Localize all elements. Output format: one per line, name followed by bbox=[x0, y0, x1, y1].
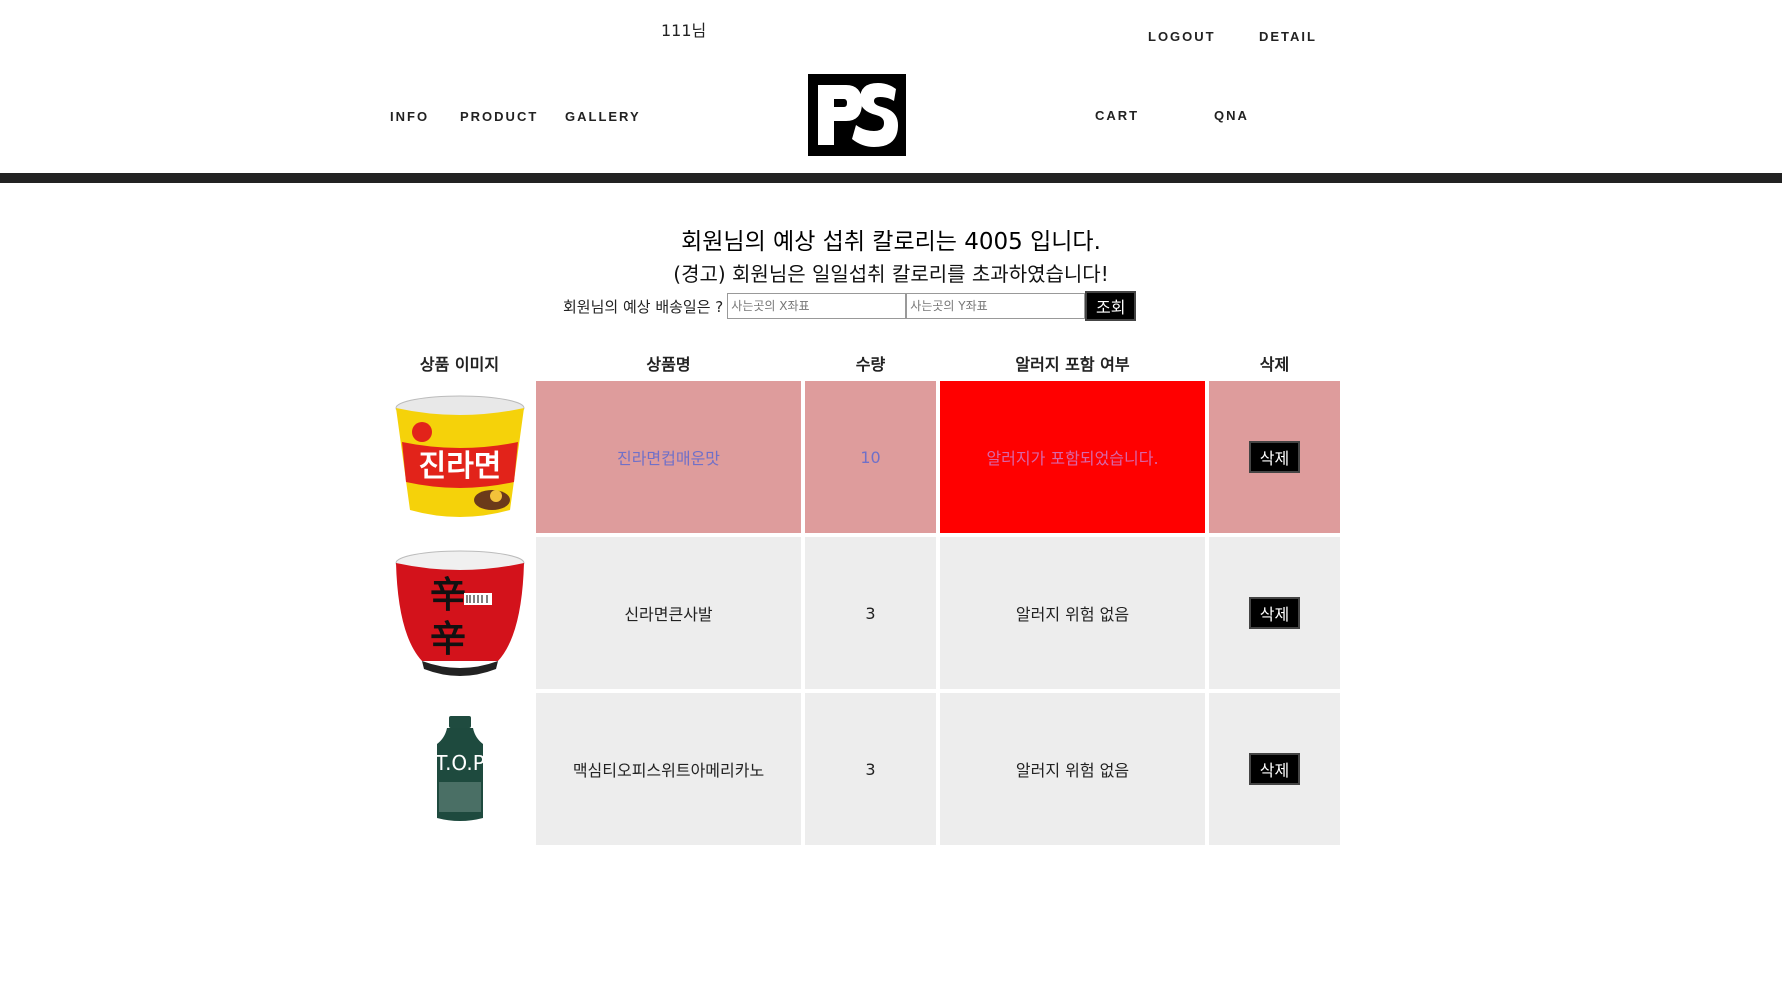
allergy-status-cell: 알러지 위험 없음 bbox=[940, 537, 1205, 689]
jin-ramen-cup-image: 진라면 bbox=[395, 395, 524, 517]
product-name-cell: 맥심티오피스위트아메리카노 bbox=[536, 693, 801, 845]
header-delete: 삭제 bbox=[1259, 355, 1290, 374]
nav-cart-link[interactable]: CART bbox=[1095, 108, 1139, 123]
logout-link[interactable]: LOGOUT bbox=[1148, 29, 1216, 44]
quantity-cell: 3 bbox=[805, 537, 936, 689]
delivery-label: 회원님의 예상 배송일은 ? bbox=[563, 297, 724, 316]
calorie-summary: 회원님의 예상 섭취 칼로리는 4005 입니다. bbox=[681, 229, 1101, 255]
delete-cell: 삭제 bbox=[1209, 693, 1340, 845]
product-name-cell: 신라면큰사발 bbox=[536, 537, 801, 689]
nav-qna-link[interactable]: QNA bbox=[1214, 108, 1249, 123]
delivery-query-row: 회원님의 예상 배송일은 ? 조회 bbox=[563, 291, 1137, 321]
allergy-status-cell: 알러지가 포함되었습니다. bbox=[940, 381, 1205, 533]
detail-link[interactable]: DETAIL bbox=[1259, 29, 1317, 44]
header-allergy: 알러지 포함 여부 bbox=[1015, 355, 1130, 374]
product-name-cell: 진라면컵매운맛 bbox=[536, 381, 801, 533]
delete-cell: 삭제 bbox=[1209, 381, 1340, 533]
ps-logo-mark bbox=[818, 83, 898, 147]
nav-gallery-link[interactable]: GALLERY bbox=[565, 109, 641, 124]
shin-ramen-bowl-image: 辛 辛 bbox=[395, 550, 524, 676]
product-image-cell: 진라면 bbox=[387, 381, 532, 533]
table-header-row: 상품 이미지 상품명 수량 알러지 포함 여부 삭제 bbox=[387, 349, 1340, 377]
svg-text:辛: 辛 bbox=[429, 575, 465, 616]
quantity-cell: 3 bbox=[805, 693, 936, 845]
header-name: 상품명 bbox=[646, 355, 691, 374]
user-greeting: 111님 bbox=[661, 21, 707, 40]
allergy-status-cell: 알러지 위험 없음 bbox=[940, 693, 1205, 845]
top-coffee-bottle-image: T.O.P bbox=[434, 716, 485, 821]
y-coordinate-input[interactable] bbox=[906, 293, 1086, 319]
svg-text:辛: 辛 bbox=[429, 619, 465, 660]
quantity-cell: 10 bbox=[805, 381, 936, 533]
product-image-cell: 辛 辛 bbox=[387, 537, 532, 689]
delete-button[interactable]: 삭제 bbox=[1249, 597, 1300, 629]
delete-cell: 삭제 bbox=[1209, 537, 1340, 689]
svg-text:진라면: 진라면 bbox=[418, 449, 501, 484]
product-image-cell: T.O.P bbox=[387, 693, 532, 845]
header-image: 상품 이미지 bbox=[419, 355, 500, 374]
ps-logo[interactable] bbox=[808, 74, 906, 156]
header-divider bbox=[0, 173, 1782, 183]
nav-info-link[interactable]: INFO bbox=[390, 109, 429, 124]
nav-product-link[interactable]: PRODUCT bbox=[460, 109, 538, 124]
svg-text:T.O.P: T.O.P bbox=[434, 751, 485, 775]
cart-table: 상품 이미지 상품명 수량 알러지 포함 여부 삭제 진라면 진라면컵매운맛 1… bbox=[383, 345, 1344, 849]
table-row: T.O.P 맥심티오피스위트아메리카노 3 알러지 위험 없음 삭제 bbox=[387, 693, 1340, 845]
table-row: 辛 辛 신라면큰사발 3 알러지 위험 없음 삭제 bbox=[387, 537, 1340, 689]
header-qty: 수량 bbox=[855, 355, 886, 374]
calorie-warning: (경고) 회원님은 일일섭취 칼로리를 초과하였습니다! bbox=[673, 262, 1109, 286]
x-coordinate-input[interactable] bbox=[727, 293, 907, 319]
delete-button[interactable]: 삭제 bbox=[1249, 753, 1300, 785]
query-button[interactable]: 조회 bbox=[1085, 291, 1137, 321]
table-row: 진라면 진라면컵매운맛 10 알러지가 포함되었습니다. 삭제 bbox=[387, 381, 1340, 533]
delete-button[interactable]: 삭제 bbox=[1249, 441, 1300, 473]
